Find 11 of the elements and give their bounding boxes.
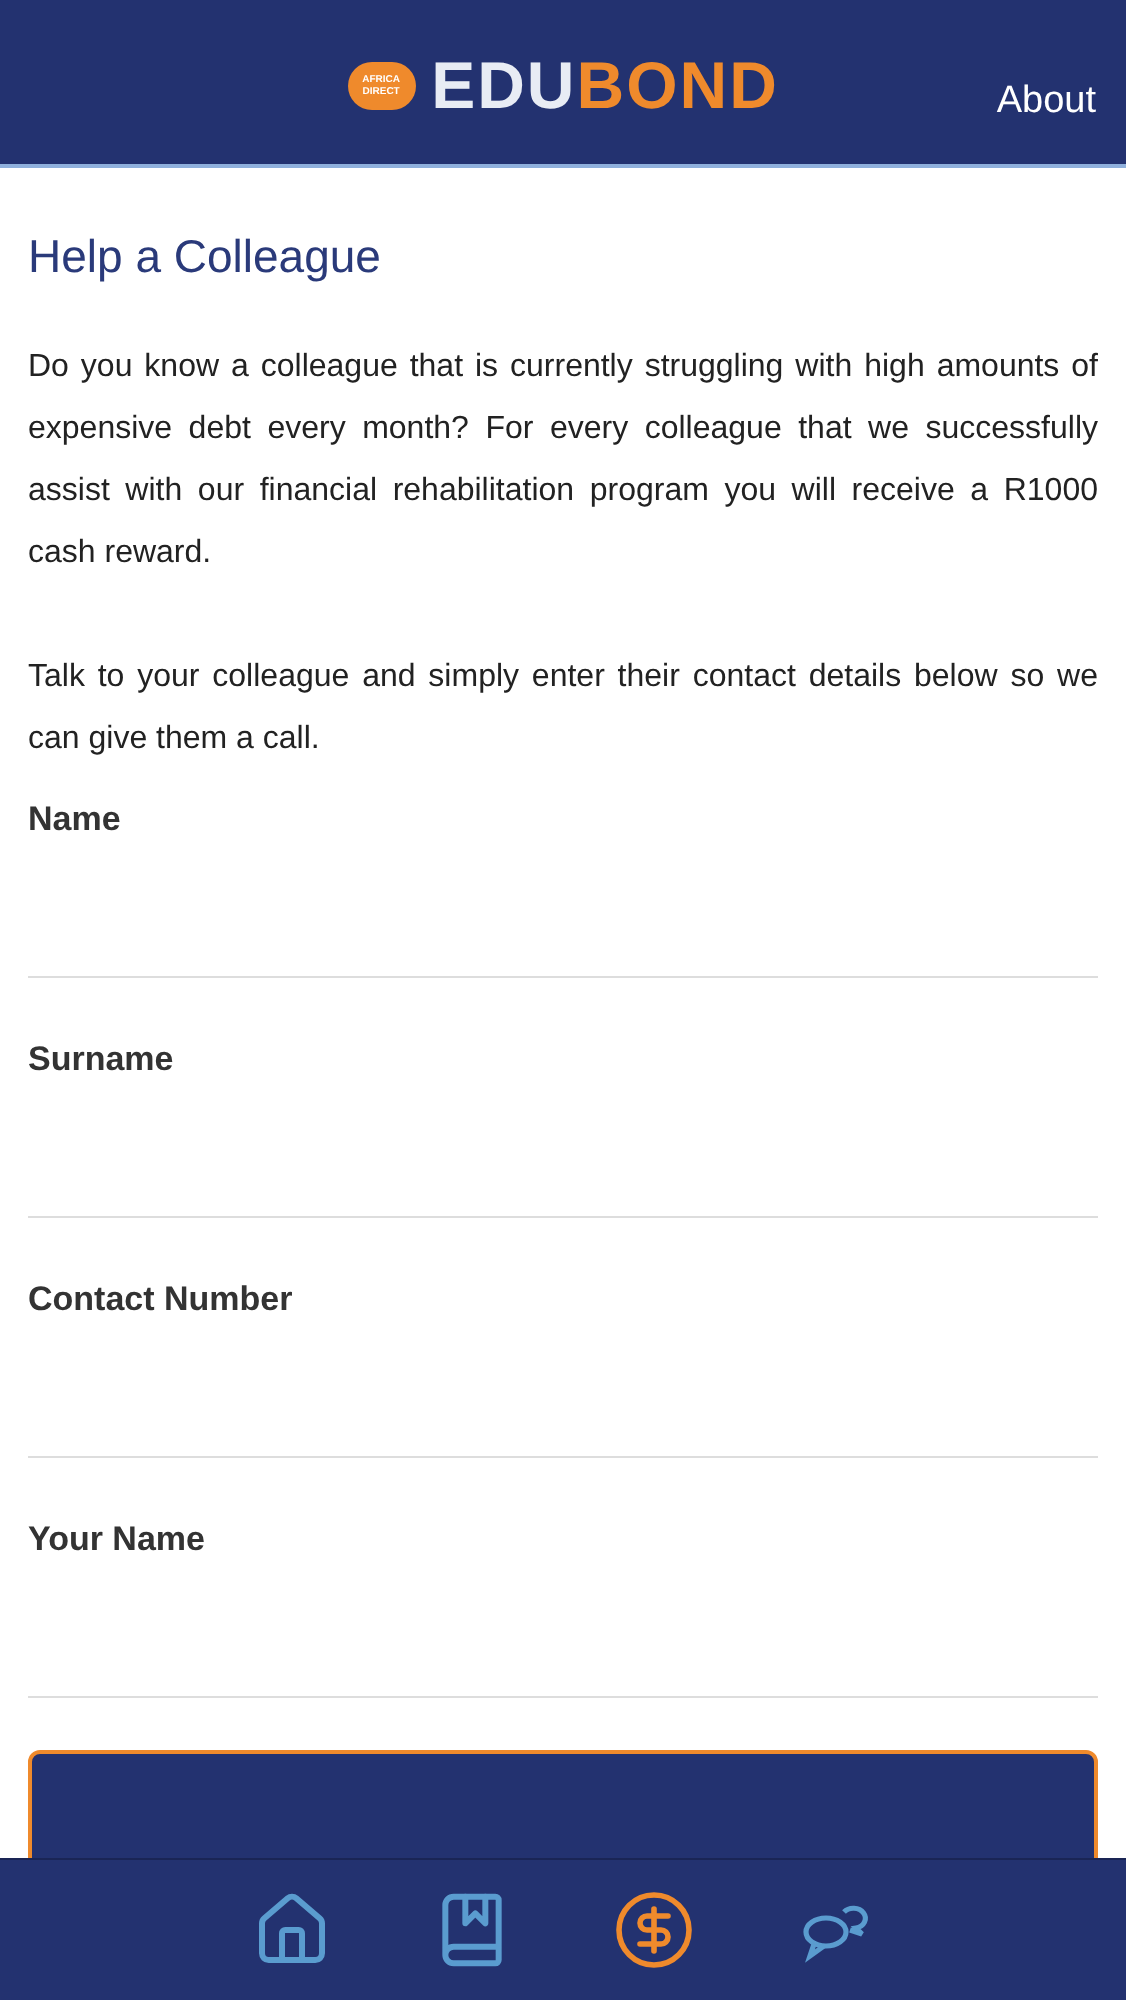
field-label: Name	[28, 798, 123, 842]
field-label: Surname	[28, 1038, 176, 1082]
page-title: Help a Colleague	[28, 230, 383, 284]
intro-paragraph: Do you know a colleague that is currently struggling with high amounts of expensive debt every month? For every colleague that we successfully assist with our financial rehabilitation program you will receive a R1000 cash reward.	[28, 348, 1098, 574]
about-link[interactable]: About	[996, 80, 1096, 124]
submit-button[interactable]	[28, 1750, 1098, 1858]
dollar-icon	[611, 1888, 695, 1972]
field-label: Your Name	[28, 1518, 207, 1562]
intro-paragraph: Talk to your colleague and simply enter their contact details below so we can give them a call.	[28, 658, 1098, 760]
logo-wordmark: EDUBOND	[431, 48, 779, 124]
field-label: Contact Number	[28, 1278, 295, 1322]
